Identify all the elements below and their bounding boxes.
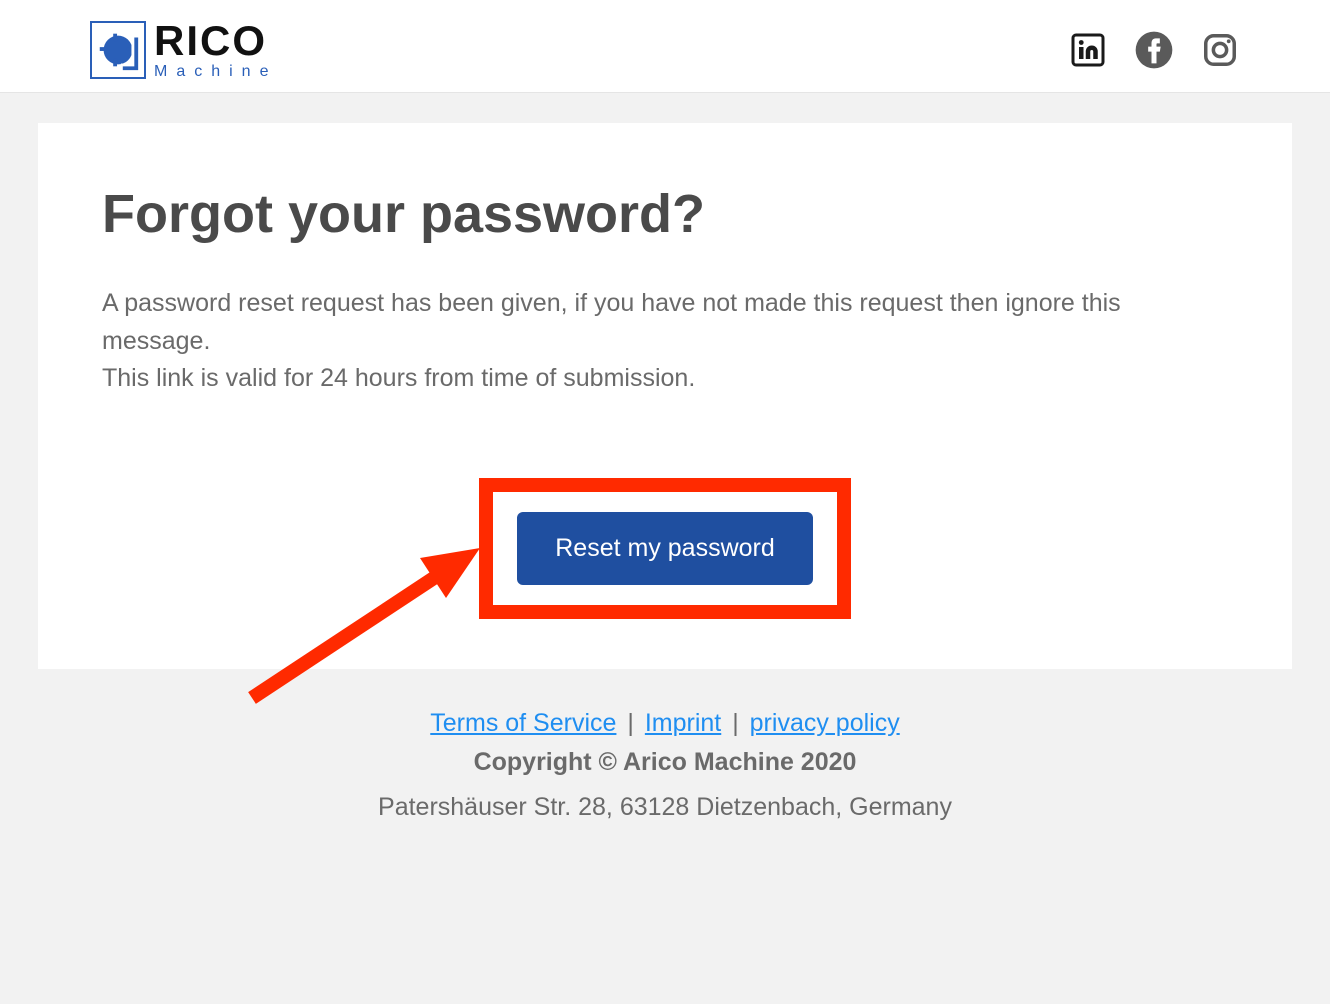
- header: RICO Machine: [0, 0, 1330, 93]
- brand-subtitle: Machine: [154, 64, 277, 80]
- logo-text: RICO Machine: [154, 20, 277, 80]
- brand-name: RICO: [154, 20, 277, 62]
- separator: |: [732, 709, 745, 737]
- imprint-link[interactable]: Imprint: [645, 709, 721, 737]
- page-title: Forgot your password?: [102, 183, 1228, 245]
- copyright-text: Copyright © Arico Machine 2020: [20, 748, 1310, 777]
- reset-password-button[interactable]: Reset my password: [517, 512, 813, 585]
- facebook-icon[interactable]: [1134, 30, 1174, 70]
- terms-link[interactable]: Terms of Service: [430, 709, 616, 737]
- instagram-icon[interactable]: [1200, 30, 1240, 70]
- body-paragraph-2: This link is valid for 24 hours from tim…: [102, 360, 1228, 398]
- logo[interactable]: RICO Machine: [90, 20, 277, 80]
- footer: Terms of Service | Imprint | privacy pol…: [0, 669, 1330, 882]
- logo-mark-icon: [90, 21, 146, 79]
- privacy-link[interactable]: privacy policy: [750, 709, 900, 737]
- body-paragraph-1: A password reset request has been given,…: [102, 285, 1228, 360]
- highlight-box: Reset my password: [479, 478, 851, 619]
- separator: |: [627, 709, 640, 737]
- main-content: Forgot your password? A password reset r…: [38, 123, 1292, 669]
- social-links: [1068, 30, 1240, 70]
- linkedin-icon[interactable]: [1068, 30, 1108, 70]
- address-text: Patershäuser Str. 28, 63128 Dietzenbach,…: [20, 793, 1310, 822]
- footer-links: Terms of Service | Imprint | privacy pol…: [20, 709, 1310, 738]
- cta-row: Reset my password: [102, 478, 1228, 619]
